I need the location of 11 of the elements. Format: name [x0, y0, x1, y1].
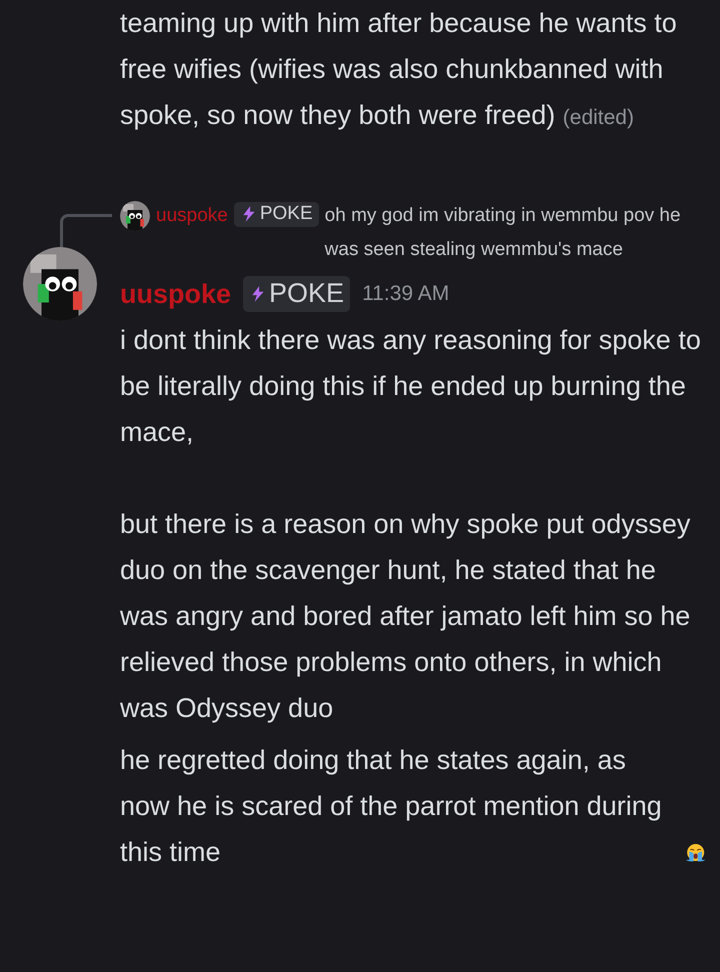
- avatar[interactable]: [23, 247, 97, 321]
- reply-text: oh my god im vibrating in wemmbu pov he was seen stealing wemmbu's mace: [324, 204, 682, 262]
- avatar[interactable]: [120, 201, 150, 231]
- timestamp: 11:39 AM: [362, 281, 450, 307]
- message-text: he regretted doing that he states again, as now he is scared of the parrot mention during this time: [120, 744, 663, 869]
- role-tag: POKE: [243, 276, 350, 312]
- username[interactable]: uuspoke: [156, 199, 228, 233]
- message-text: i dont think there was any reasoning for spoke to be literally doing this if he ended up burning the mace,: [120, 324, 702, 449]
- message-text: teaming up with him after because he wants to free wifies (wifies was also chunkbanned with spoke, so now they both were freed) (edited): [120, 7, 678, 132]
- role-tag: POKE: [234, 202, 319, 227]
- username[interactable]: uuspoke: [120, 271, 232, 317]
